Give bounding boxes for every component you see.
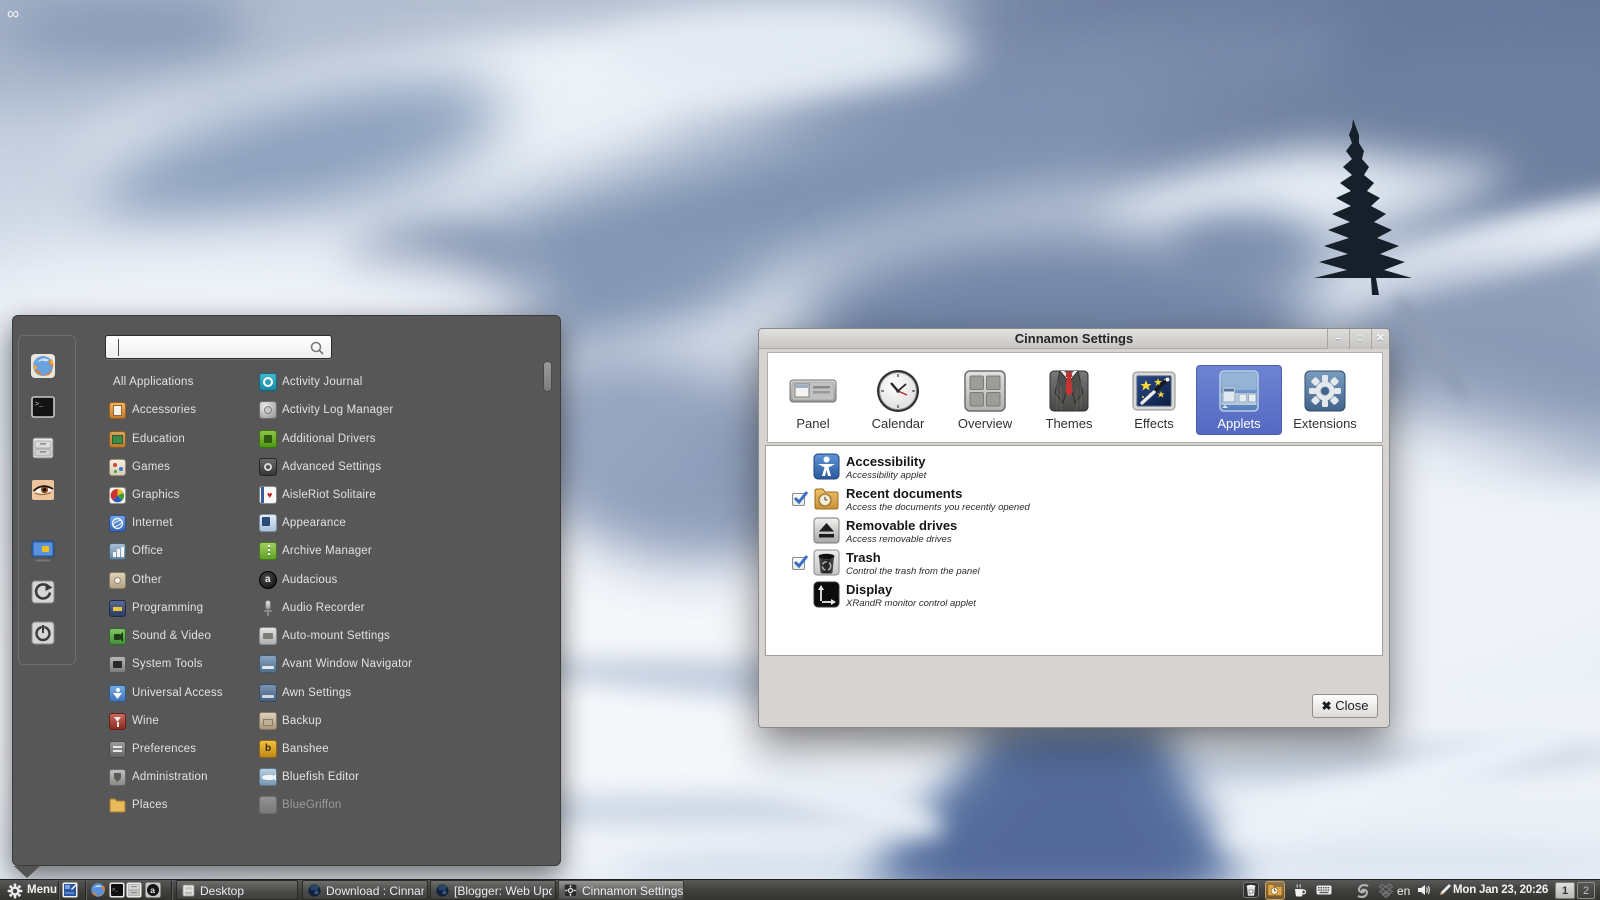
svg-text:∞: ∞ [7, 4, 19, 23]
svg-text:>_: >_ [35, 401, 44, 409]
svg-text:>_: >_ [112, 887, 119, 893]
svg-text:a: a [150, 885, 155, 895]
